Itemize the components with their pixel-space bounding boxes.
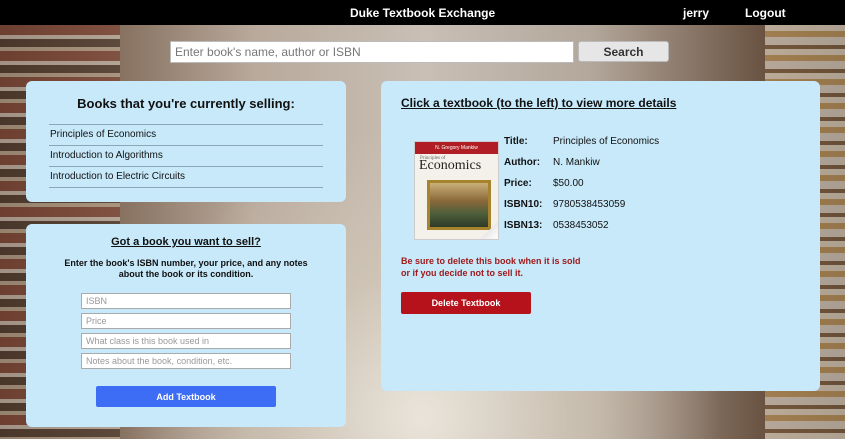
delete-warning-line: Be sure to delete this book when it is s… [401,256,581,266]
detail-label: ISBN13: [504,220,543,231]
username-link[interactable]: jerry [683,6,709,20]
delete-textbook-button[interactable]: Delete Textbook [401,292,531,314]
sell-book-panel: Got a book you want to sell? Enter the b… [26,224,346,427]
cover-title: Economics [419,158,482,173]
selling-panel-title: Books that you're currently selling: [77,96,295,111]
selling-panel: Books that you're currently selling: Pri… [26,81,346,202]
selling-book-item[interactable]: Introduction to Algorithms [49,145,323,166]
detail-label: ISBN10: [504,199,543,210]
details-panel-title: Click a textbook (to the left) to view m… [401,96,677,110]
book-details-panel: Click a textbook (to the left) to view m… [381,81,820,391]
delete-warning-line: or if you decide not to sell it. [401,268,524,278]
top-navbar: Duke Textbook Exchange jerry Logout [0,0,845,25]
site-title[interactable]: Duke Textbook Exchange [350,6,495,20]
isbn-field[interactable] [81,293,291,309]
detail-value: 9780538453059 [553,199,626,210]
sell-instructions: Enter the book's ISBN number, your price… [64,258,308,279]
detail-label: Author: [504,157,541,168]
selling-book-item[interactable]: Principles of Economics [49,124,323,145]
detail-label: Price: [504,178,532,189]
sell-panel-title: Got a book you want to sell? [111,236,261,248]
selling-book-list: Principles of Economics Introduction to … [49,124,323,188]
delete-warning: Be sure to delete this book when it is s… [401,255,661,279]
detail-label: Title: [504,136,528,147]
price-field[interactable] [81,313,291,329]
book-cover-image: N. Gregory Mankiw Principles of Economic… [414,141,499,240]
cover-author: N. Gregory Mankiw [435,145,478,151]
detail-value: $50.00 [553,178,584,189]
detail-value: 0538453052 [553,220,609,231]
logout-link[interactable]: Logout [745,6,786,20]
detail-value: N. Mankiw [553,157,600,168]
cover-page-curl [480,221,498,239]
selling-book-item[interactable]: Introduction to Electric Circuits [49,166,323,188]
class-field[interactable] [81,333,291,349]
notes-field[interactable] [81,353,291,369]
search-input[interactable] [170,41,574,63]
detail-value: Principles of Economics [553,136,660,147]
search-button[interactable]: Search [578,41,669,62]
add-textbook-button[interactable]: Add Textbook [96,386,276,407]
